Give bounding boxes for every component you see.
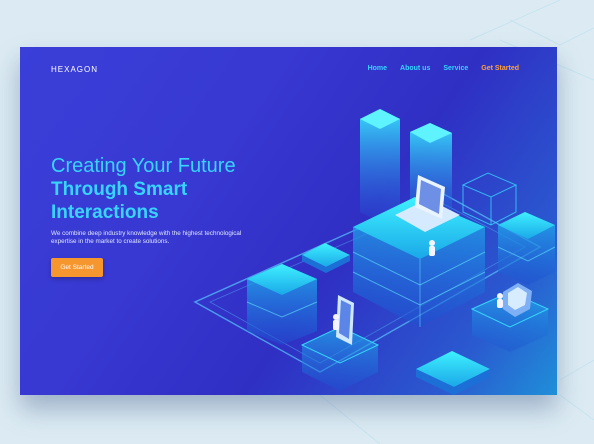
wire-cube-top-right: [461, 172, 518, 226]
nav-item-about-us[interactable]: About us: [400, 65, 430, 72]
stack-left: [246, 264, 318, 345]
nav-get-started-link[interactable]: Get Started: [481, 65, 519, 72]
headline-line-3: Interactions: [51, 202, 159, 223]
main-nav: Home About us Service Get Started: [368, 65, 519, 72]
tile-small: [302, 243, 350, 273]
nav-item-home[interactable]: Home: [368, 65, 387, 72]
headline-line-2: Through Smart: [51, 179, 188, 200]
landing-page-hero: HEXAGON Home About us Service Get Starte…: [20, 47, 557, 395]
stack-right: [497, 212, 556, 285]
nav-item-service[interactable]: Service: [443, 65, 468, 72]
tile-bottom: [416, 351, 490, 395]
brand-logo[interactable]: HEXAGON: [51, 65, 98, 74]
hero-description: We combine deep industry knowledge with …: [51, 230, 242, 245]
get-started-button[interactable]: Get Started: [51, 258, 103, 277]
tower-left: [360, 109, 400, 222]
hero-headline: Creating Your Future Through Smart Inter…: [51, 155, 236, 224]
terminal-platform: [470, 283, 550, 352]
headline-line-1: Creating Your Future: [51, 155, 236, 177]
